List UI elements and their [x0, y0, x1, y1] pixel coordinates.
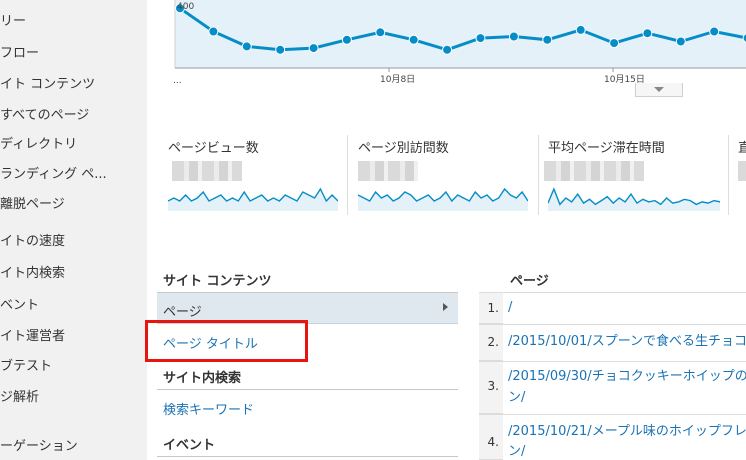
data-point-14 — [642, 28, 653, 39]
data-point-6 — [375, 27, 386, 38]
data-point-1 — [208, 26, 219, 37]
row-number: 1. — [487, 301, 499, 315]
metric-value-blurred — [544, 161, 644, 181]
data-point-4 — [308, 43, 319, 54]
row-number-cell: 3. — [479, 362, 503, 414]
metric-title: ページ別訪問数 — [358, 141, 449, 156]
metric-partial[interactable]: 直 — [738, 133, 746, 218]
sidebar-item-13[interactable]: ーゲーション — [0, 435, 78, 454]
data-point-2 — [241, 41, 252, 52]
row-number: 4. — [487, 435, 499, 449]
x-axis-ellipsis: ... — [173, 76, 182, 86]
data-point-5 — [341, 34, 352, 45]
metric-sparkline — [168, 187, 338, 211]
sidebar-item-7[interactable]: イトの速度 — [0, 230, 65, 249]
table-row-link-wrap[interactable]: ン/ — [508, 441, 525, 460]
table-row-link[interactable]: /2015/10/21/メープル味のホイップフレン — [508, 421, 746, 443]
x-tick-label-oct-8: 10月8日 — [380, 75, 416, 85]
chart-collapse-toggle[interactable] — [635, 83, 683, 97]
chart-plot-area — [175, 0, 746, 68]
sidebar-item-5[interactable]: ランディング ペ... — [0, 163, 107, 182]
table-divider — [479, 292, 746, 293]
sidebar-item-11[interactable]: ブテスト — [0, 355, 52, 374]
sidebar-item-8[interactable]: イト内検索 — [0, 262, 65, 281]
data-point-7 — [408, 34, 419, 45]
sidebar-item-10[interactable]: イト運営者 — [0, 325, 65, 344]
sidebar-item-1[interactable]: フロー — [0, 42, 39, 61]
table-divider — [479, 361, 746, 362]
metric-value-blurred — [358, 161, 418, 181]
data-point-15 — [675, 36, 686, 47]
sidebar-item-3[interactable]: すべてのページ — [0, 104, 89, 123]
left-nav-sidebar: リーフローイト コンテンツ すべてのページ ディレクトリランディング ペ... 離脱ペ… — [0, 0, 147, 460]
data-point-16 — [709, 26, 720, 37]
row-number-cell: 1. — [479, 293, 503, 324]
metric-title: ページビュー数 — [168, 141, 259, 156]
metric-title: 直 — [738, 141, 746, 156]
annotation-highlight-box — [145, 320, 308, 362]
y-axis-label: 400 — [177, 2, 195, 12]
site-search-heading: サイト内検索 — [163, 371, 242, 386]
metric-divider — [728, 135, 729, 215]
divider — [157, 389, 458, 390]
table-row-link[interactable]: /2015/09/30/チョコクッキーホイップのパン — [508, 366, 746, 388]
search-keyword-link[interactable]: 検索キーワード — [163, 399, 254, 418]
chevron-right-icon — [443, 303, 448, 311]
metric-sparkline — [548, 187, 720, 211]
metric-sparkline — [358, 187, 528, 211]
data-point-3 — [275, 44, 286, 55]
sidebar-item-9[interactable]: ベント — [0, 294, 39, 313]
data-point-12 — [575, 24, 586, 35]
row-number: 2. — [487, 335, 499, 349]
metric-value-blurred — [738, 161, 746, 181]
table-divider — [479, 324, 746, 325]
divider — [157, 456, 458, 457]
metric-avg-time-on-page[interactable]: 平均ページ滞在時間 — [544, 133, 720, 218]
metric-unique-pageviews[interactable]: ページ別訪問数 — [358, 133, 530, 218]
data-point-13 — [609, 38, 620, 49]
metric-pageviews[interactable]: ページビュー数 — [168, 133, 340, 218]
data-point-10 — [508, 31, 519, 42]
table-row-link[interactable]: / — [508, 297, 512, 319]
list-item-label: ページ — [163, 305, 202, 320]
table-header-page: ページ — [510, 274, 549, 289]
sidebar-item-0[interactable]: リー — [0, 10, 26, 29]
row-number: 3. — [487, 379, 499, 393]
sidebar-item-6[interactable]: 離脱ページ — [0, 193, 65, 212]
data-point-9 — [475, 33, 486, 44]
metric-value-blurred — [172, 161, 242, 181]
sidebar-item-12[interactable]: ジ解析 — [0, 386, 39, 405]
event-heading: イベント — [163, 438, 216, 453]
row-number-cell: 2. — [479, 325, 503, 361]
sidebar-item-2[interactable]: イト コンテンツ — [0, 73, 95, 92]
table-row-link-wrap[interactable]: ン/ — [508, 387, 525, 409]
row-number-cell: 4. — [479, 415, 503, 460]
table-row-link[interactable]: /2015/10/01/スプーンで食べる生チョコア — [508, 331, 746, 353]
data-point-11 — [542, 34, 553, 45]
data-point-8 — [442, 44, 453, 55]
sidebar-item-4[interactable]: ディレクトリ — [0, 133, 77, 152]
site-content-heading: サイト コンテンツ — [163, 274, 272, 289]
metric-title: 平均ページ滞在時間 — [548, 141, 665, 156]
metric-divider — [538, 135, 539, 215]
table-divider — [479, 414, 746, 415]
chevron-down-icon — [654, 87, 664, 92]
metric-divider — [347, 135, 348, 215]
